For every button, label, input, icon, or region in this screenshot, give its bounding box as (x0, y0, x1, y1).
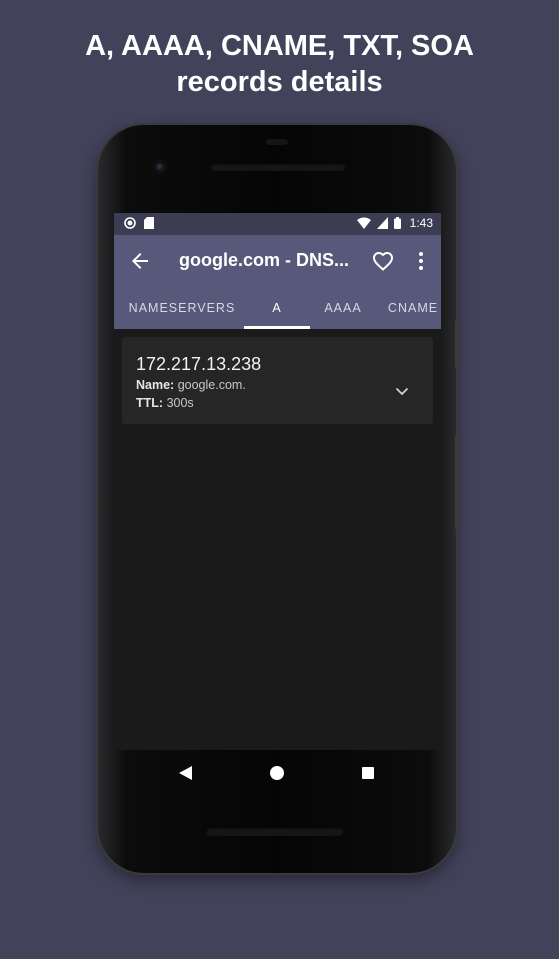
battery-icon (393, 217, 401, 229)
tab-aaaa[interactable]: AAAA (314, 287, 372, 329)
tab-cname[interactable]: CNAME (379, 287, 441, 329)
tab-nameservers[interactable]: NAMESERVERS (126, 287, 238, 329)
name-label: Name: (136, 378, 175, 392)
record-icon (124, 217, 136, 229)
tab-a[interactable]: A (244, 287, 310, 329)
promo-line-1: A, AAAA, CNAME, TXT, SOA (85, 30, 474, 62)
page-title: google.com - DNS... (179, 250, 349, 270)
record-name: Name: google.com. (136, 378, 246, 392)
signal-icon (376, 217, 388, 229)
phone-screen: 1:43 google.com - DNS... NAMESERVERS A A… (114, 213, 441, 750)
record-card[interactable]: 172.217.13.238 Name: google.com. TTL: 30… (122, 337, 433, 424)
front-camera (153, 160, 167, 174)
wifi-icon (356, 217, 371, 229)
record-ip: 172.217.13.238 (136, 354, 262, 374)
earpiece-speaker (210, 163, 346, 171)
promo-headline: A, AAAA, CNAME, TXT, SOA records details (0, 28, 559, 100)
nav-back-icon[interactable] (179, 766, 193, 780)
system-nav-bar (114, 750, 441, 796)
ttl-value: 300s (166, 396, 194, 410)
nav-home-icon[interactable] (270, 766, 284, 780)
sd-card-icon (144, 217, 154, 229)
more-vert-icon[interactable] (409, 249, 433, 273)
promo-line-2: records details (176, 66, 383, 98)
bottom-speaker (206, 827, 344, 836)
power-button (455, 320, 459, 368)
back-arrow-icon[interactable] (128, 249, 152, 273)
nav-recents-icon[interactable] (362, 767, 374, 779)
active-tab-indicator (244, 326, 310, 329)
ttl-label: TTL: (136, 396, 164, 410)
name-value: google.com. (177, 378, 246, 392)
chevron-down-icon[interactable] (393, 382, 411, 400)
volume-button (455, 435, 459, 530)
heart-outline-icon[interactable] (371, 249, 395, 273)
tab-bar: NAMESERVERS A AAAA CNAME (114, 287, 441, 329)
app-bar: google.com - DNS... (114, 235, 441, 287)
sensor (266, 139, 288, 145)
status-time: 1:43 (409, 216, 433, 230)
record-ttl: TTL: 300s (136, 396, 194, 410)
status-bar: 1:43 (114, 213, 441, 235)
